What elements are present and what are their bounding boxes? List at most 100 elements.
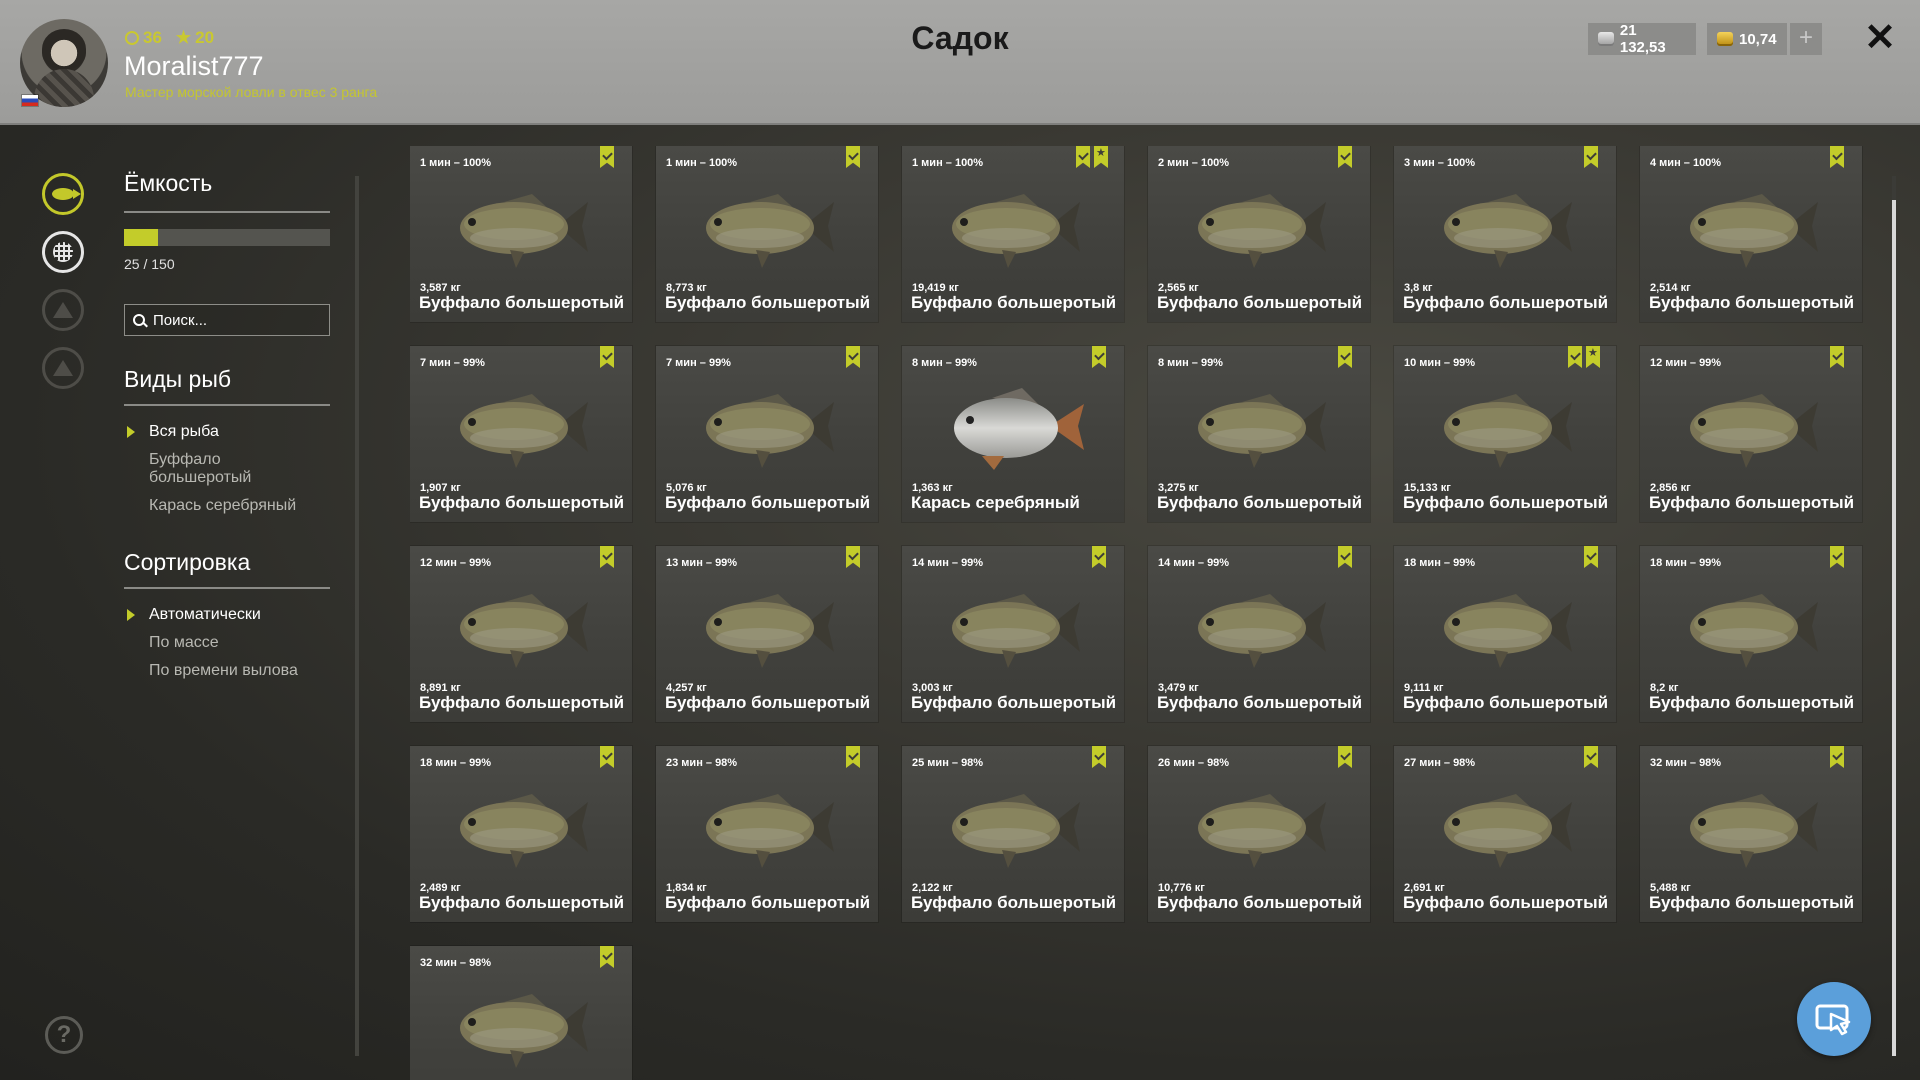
- fish-card[interactable]: 18 мин – 99% 8,2 кг Буффало большеротый: [1640, 546, 1862, 722]
- question-icon[interactable]: ?: [45, 1016, 83, 1054]
- keep-bookmark-icon[interactable]: [1830, 546, 1844, 568]
- fish-name: Буффало большеротый: [1157, 493, 1363, 512]
- fish-card[interactable]: 1 мин – 100%19,419 кгБуффало большеротый: [902, 146, 1124, 322]
- catch-time: 18 мин – 99%: [1404, 557, 1476, 569]
- catch-time: 14 мин – 99%: [1158, 557, 1230, 569]
- catch-time: 23 мин – 98%: [666, 757, 738, 769]
- divider: [124, 587, 330, 589]
- keep-bookmark-icon[interactable]: [1830, 146, 1844, 168]
- camp-icon[interactable]: [42, 289, 84, 331]
- fish-card[interactable]: 12 мин – 99% 8,891 кг Буффало большеротый: [410, 546, 632, 722]
- keep-bookmark-icon[interactable]: [1830, 746, 1844, 768]
- stars-stat: ★ 20: [176, 28, 214, 48]
- fish-name: Буффало большеротый: [1403, 493, 1609, 512]
- fish-card[interactable]: 13 мин – 99% 4,257 кг Буффало большеротый: [656, 546, 878, 722]
- sort-option-weight[interactable]: По массе: [149, 634, 329, 652]
- catch-time: 8 мин – 99%: [1158, 357, 1223, 369]
- search-input[interactable]: [151, 310, 325, 330]
- fish-card[interactable]: 7 мин – 99% 1,907 кг Буффало большеротый: [410, 346, 632, 522]
- keep-bookmark-icon[interactable]: [1568, 346, 1582, 368]
- fish-name: Буффало большеротый: [665, 493, 871, 512]
- search-box[interactable]: [124, 304, 330, 336]
- fish-card[interactable]: 1 мин – 100% 3,587 кг Буффало большеротый: [410, 146, 632, 322]
- keep-bookmark-icon[interactable]: [1584, 146, 1598, 168]
- sort-option-auto[interactable]: Автоматически: [149, 606, 329, 624]
- keepnet-icon[interactable]: [42, 231, 84, 273]
- add-currency-button[interactable]: +: [1790, 23, 1822, 55]
- keep-bookmark-icon[interactable]: [600, 346, 614, 368]
- fish-image: [954, 388, 1084, 470]
- gold-balance[interactable]: 10,74: [1707, 23, 1787, 55]
- close-button[interactable]: ✕: [1862, 18, 1898, 58]
- fish-image: [1444, 594, 1572, 668]
- keep-bookmark-icon[interactable]: [846, 346, 860, 368]
- fish-card[interactable]: 32 мин – 98%: [410, 946, 632, 1080]
- fish-name: Буффало большеротый: [1649, 293, 1855, 312]
- home-icon[interactable]: [42, 347, 84, 389]
- keep-bookmark-icon[interactable]: [846, 546, 860, 568]
- fish-card[interactable]: 8 мин – 99% 3,275 кг Буффало большеротый: [1148, 346, 1370, 522]
- fish-image: [460, 794, 588, 868]
- species-option-carp[interactable]: Карась серебряный: [149, 497, 329, 515]
- fish-card[interactable]: 14 мин – 99% 3,003 кг Буффало большеротый: [902, 546, 1124, 722]
- fish-name: Буффало большеротый: [1649, 693, 1855, 712]
- fish-card[interactable]: 2 мин – 100% 2,565 кг Буффало большеротый: [1148, 146, 1370, 322]
- fish-icon[interactable]: [42, 173, 84, 215]
- fish-card[interactable]: 18 мин – 99% 9,111 кг Буффало большеротый: [1394, 546, 1616, 722]
- player-avatar[interactable]: [20, 19, 108, 107]
- keep-bookmark-icon[interactable]: [1584, 746, 1598, 768]
- keep-bookmark-icon[interactable]: [846, 146, 860, 168]
- species-option-all[interactable]: Вся рыба: [149, 423, 329, 441]
- keep-bookmark-icon[interactable]: [1338, 746, 1352, 768]
- keep-bookmark-icon[interactable]: [1584, 546, 1598, 568]
- fish-card[interactable]: 8 мин – 99% 1,363 кг Карась серебряный: [902, 346, 1124, 522]
- keep-bookmark-icon[interactable]: [1338, 146, 1352, 168]
- scrollbar-thumb[interactable]: [1892, 200, 1896, 1056]
- keep-bookmark-icon[interactable]: [600, 546, 614, 568]
- fish-name: Буффало большеротый: [419, 693, 625, 712]
- cursor-icon[interactable]: [1797, 982, 1871, 1056]
- silver-value: 21 132,53: [1619, 22, 1666, 56]
- keep-bookmark-icon[interactable]: [1830, 346, 1844, 368]
- keep-bookmark-icon[interactable]: [846, 746, 860, 768]
- capacity-title: Ёмкость: [124, 170, 213, 196]
- fish-card[interactable]: 10 мин – 99%15,133 кгБуффало большеротый: [1394, 346, 1616, 522]
- trophy-star-icon: [1586, 346, 1600, 368]
- catch-time: 7 мин – 99%: [420, 357, 485, 369]
- catch-time: 1 мин – 100%: [420, 157, 492, 169]
- fish-card[interactable]: 4 мин – 100% 2,514 кг Буффало большеротый: [1640, 146, 1862, 322]
- fish-card[interactable]: 27 мин – 98% 2,691 кг Буффало большеротый: [1394, 746, 1616, 922]
- fish-card[interactable]: 14 мин – 99% 3,479 кг Буффало большеротый: [1148, 546, 1370, 722]
- fish-card[interactable]: 26 мин – 98% 10,776 кг Буффало большеротый: [1148, 746, 1370, 922]
- fish-name: Буффало большеротый: [911, 293, 1117, 312]
- fish-card[interactable]: 1 мин – 100% 8,773 кг Буффало большеротый: [656, 146, 878, 322]
- fish-card[interactable]: 25 мин – 98% 2,122 кг Буффало большеротый: [902, 746, 1124, 922]
- catch-time: 32 мин – 98%: [1650, 757, 1722, 769]
- fish-card[interactable]: 18 мин – 99% 2,489 кг Буффало большеротый: [410, 746, 632, 922]
- fish-name: Буффало большеротый: [665, 293, 871, 312]
- silver-balance[interactable]: 21 132,53: [1588, 22, 1696, 56]
- fish-card[interactable]: 12 мин – 99% 2,856 кг Буффало большеротый: [1640, 346, 1862, 522]
- keep-bookmark-icon[interactable]: [1076, 146, 1090, 168]
- keep-bookmark-icon[interactable]: [1338, 546, 1352, 568]
- divider: [124, 211, 330, 213]
- keep-bookmark-icon[interactable]: [1092, 746, 1106, 768]
- sort-option-time[interactable]: По времени вылова: [149, 662, 329, 680]
- gold-coin-icon: [1717, 32, 1733, 46]
- species-option-buffalo[interactable]: Буффало большеротый: [149, 451, 279, 487]
- keep-bookmark-icon[interactable]: [1338, 346, 1352, 368]
- keep-bookmark-icon[interactable]: [600, 146, 614, 168]
- fish-card[interactable]: 3 мин – 100% 3,8 кг Буффало большеротый: [1394, 146, 1616, 322]
- keep-bookmark-icon[interactable]: [1092, 546, 1106, 568]
- fish-card[interactable]: 7 мин – 99% 5,076 кг Буффало большеротый: [656, 346, 878, 522]
- fish-name: Буффало большеротый: [1403, 293, 1609, 312]
- fish-image: [706, 794, 834, 868]
- fish-name: Буффало большеротый: [419, 893, 625, 912]
- catch-time: 1 мин – 100%: [912, 157, 984, 169]
- fish-image: [706, 394, 834, 468]
- keep-bookmark-icon[interactable]: [1092, 346, 1106, 368]
- fish-card[interactable]: 32 мин – 98% 5,488 кг Буффало большеротый: [1640, 746, 1862, 922]
- keep-bookmark-icon[interactable]: [600, 946, 614, 968]
- keep-bookmark-icon[interactable]: [600, 746, 614, 768]
- fish-card[interactable]: 23 мин – 98% 1,834 кг Буффало большеротый: [656, 746, 878, 922]
